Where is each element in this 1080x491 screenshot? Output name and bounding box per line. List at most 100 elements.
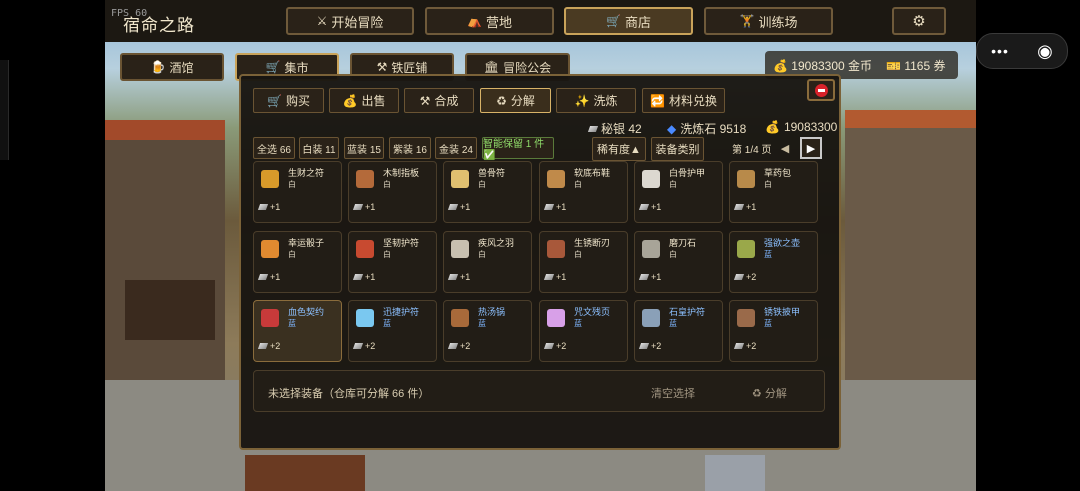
ingot-icon — [447, 274, 459, 280]
item-icon — [642, 240, 660, 258]
tab-label: 合成 — [434, 94, 459, 108]
item-card[interactable]: 石皇护符蓝 +2 — [634, 300, 723, 362]
item-card[interactable]: 白骨护甲白 +1 — [634, 161, 723, 223]
tab-craft[interactable]: ⚒ 合成 — [404, 88, 474, 113]
item-card[interactable]: 锈铁披甲蓝 +2 — [729, 300, 818, 362]
gold-amount: 19083300 金币 — [791, 58, 873, 73]
item-icon — [261, 240, 279, 258]
smart-keep-toggle[interactable]: 智能保留 1 件 ✅ — [482, 137, 554, 161]
filter-white[interactable]: 白装 11 — [299, 137, 339, 159]
item-card[interactable]: 坚韧护符白 +1 — [348, 231, 437, 293]
item-name: 坚韧护符 — [383, 238, 420, 248]
item-name: 锈铁披甲 — [764, 307, 801, 317]
item-card[interactable]: 木制指板白 +1 — [348, 161, 437, 223]
item-value: +1 — [447, 272, 471, 282]
item-icon — [261, 309, 279, 327]
item-rarity: 白 — [669, 180, 677, 189]
nav-shop-button[interactable]: 🛒 商店 — [564, 7, 693, 35]
item-name: 生锈断刃 — [574, 238, 611, 248]
next-page-button[interactable]: ▶ — [800, 137, 822, 159]
gold-currency: 💰 19083300 金币 — [773, 57, 872, 74]
more-menu-icon[interactable]: ••• — [991, 43, 1009, 59]
ingot-icon — [638, 343, 650, 349]
weightlifter-icon: 🏋 — [739, 14, 755, 28]
item-card[interactable]: 磨刀石白 +1 — [634, 231, 723, 293]
selection-status: 未选择装备（仓库可分解 66 件） — [268, 388, 430, 400]
item-card[interactable]: 软底布鞋白 +1 — [539, 161, 628, 223]
decompose-footer: 未选择装备（仓库可分解 66 件） 清空选择 ♻ 分解 — [253, 370, 825, 412]
tab-label: 分解 — [510, 94, 535, 108]
item-icon — [261, 170, 279, 188]
item-rarity: 白 — [383, 180, 391, 189]
nav-start-adventure-button[interactable]: ⚔ 开始冒险 — [286, 7, 414, 35]
tab-material-exchange[interactable]: 🔁 材料兑换 — [642, 88, 725, 113]
item-name: 木制指板 — [383, 168, 420, 178]
item-card[interactable]: 血色契约蓝 +2 — [253, 300, 342, 362]
item-rarity: 白 — [574, 180, 582, 189]
tent-icon: ⛺ — [467, 14, 482, 28]
subnav-label: 酒馆 — [169, 60, 194, 75]
tab-label: 洗炼 — [593, 94, 618, 108]
item-value: +2 — [543, 341, 566, 351]
tab-decompose[interactable]: ♻ 分解 — [480, 88, 551, 113]
tab-refine[interactable]: ✨ 洗炼 — [556, 88, 636, 113]
filter-blue[interactable]: 蓝装 15 — [344, 137, 384, 159]
item-card[interactable]: 幸运骰子白 +1 — [253, 231, 342, 293]
item-value-text: +1 — [460, 272, 471, 282]
item-value: +1 — [447, 202, 470, 212]
item-rarity: 蓝 — [669, 319, 677, 328]
tab-label: 购买 — [285, 94, 310, 108]
nav-label: 开始冒险 — [331, 14, 384, 30]
clear-selection-button[interactable]: 清空选择 — [651, 385, 695, 401]
item-rarity: 蓝 — [288, 319, 296, 328]
item-card[interactable]: 强欲之壶蓝 +2 — [729, 231, 818, 293]
close-miniprogram-icon[interactable]: ◉ — [1037, 41, 1053, 62]
item-name: 疾风之羽 — [478, 238, 515, 248]
filter-gold[interactable]: 金装 24 — [435, 137, 477, 159]
filter-select-all[interactable]: 全选 66 — [253, 137, 295, 159]
game-title: 宿命之路 — [123, 16, 195, 35]
device-edge — [0, 60, 9, 160]
filter-purple[interactable]: 紫装 16 — [389, 137, 431, 159]
item-value-text: +1 — [651, 202, 662, 212]
cart-icon: 🛒 — [267, 93, 282, 108]
prev-page-button[interactable]: ◀ — [774, 137, 796, 159]
item-card[interactable]: 生财之符白 +1 — [253, 161, 342, 223]
ticket-icon: 🎫 — [886, 58, 901, 73]
close-button[interactable] — [807, 79, 835, 101]
item-card[interactable]: 迅捷护符蓝 +2 — [348, 300, 437, 362]
ingot-icon — [638, 204, 650, 210]
nav-camp-button[interactable]: ⛺ 营地 — [425, 7, 554, 35]
cart-icon: 🛒 — [265, 60, 281, 74]
item-icon — [642, 170, 660, 188]
item-icon — [356, 170, 374, 188]
item-card[interactable]: 兽骨符白 +1 — [443, 161, 532, 223]
sort-rarity-button[interactable]: 稀有度▲ — [592, 137, 646, 161]
sparkles-icon: ✨ — [574, 93, 590, 108]
decompose-button[interactable]: ♻ 分解 — [752, 385, 787, 401]
item-card[interactable]: 生锈断刃白 +1 — [539, 231, 628, 293]
item-card[interactable]: 疾风之羽白 +1 — [443, 231, 532, 293]
item-value-text: +1 — [365, 202, 376, 212]
settings-button[interactable]: ⚙ — [892, 7, 946, 35]
subnav-label: 冒险公会 — [503, 60, 552, 75]
item-value-text: +2 — [651, 341, 662, 351]
item-value-text: +1 — [746, 202, 757, 212]
tab-sell[interactable]: 💰 出售 — [329, 88, 399, 113]
item-name: 幸运骰子 — [288, 238, 325, 248]
item-value: +2 — [447, 341, 470, 351]
item-value: +1 — [257, 272, 280, 282]
tab-label: 出售 — [361, 94, 386, 108]
item-rarity: 白 — [288, 180, 296, 189]
sort-category-button[interactable]: 装备类别 — [651, 137, 704, 161]
item-card[interactable]: 热汤锅蓝 +2 — [443, 300, 532, 362]
item-card[interactable]: 草药包白 +1 — [729, 161, 818, 223]
ingot-icon — [587, 125, 599, 132]
nav-training-button[interactable]: 🏋 训练场 — [704, 7, 833, 35]
subnav-tavern[interactable]: 🍺 酒馆 — [120, 53, 224, 81]
tab-buy[interactable]: 🛒 购买 — [253, 88, 324, 113]
ingot-icon — [543, 343, 555, 349]
item-value-text: +1 — [365, 272, 376, 282]
item-card[interactable]: 咒文残页蓝 +2 — [539, 300, 628, 362]
item-rarity: 白 — [288, 250, 296, 259]
